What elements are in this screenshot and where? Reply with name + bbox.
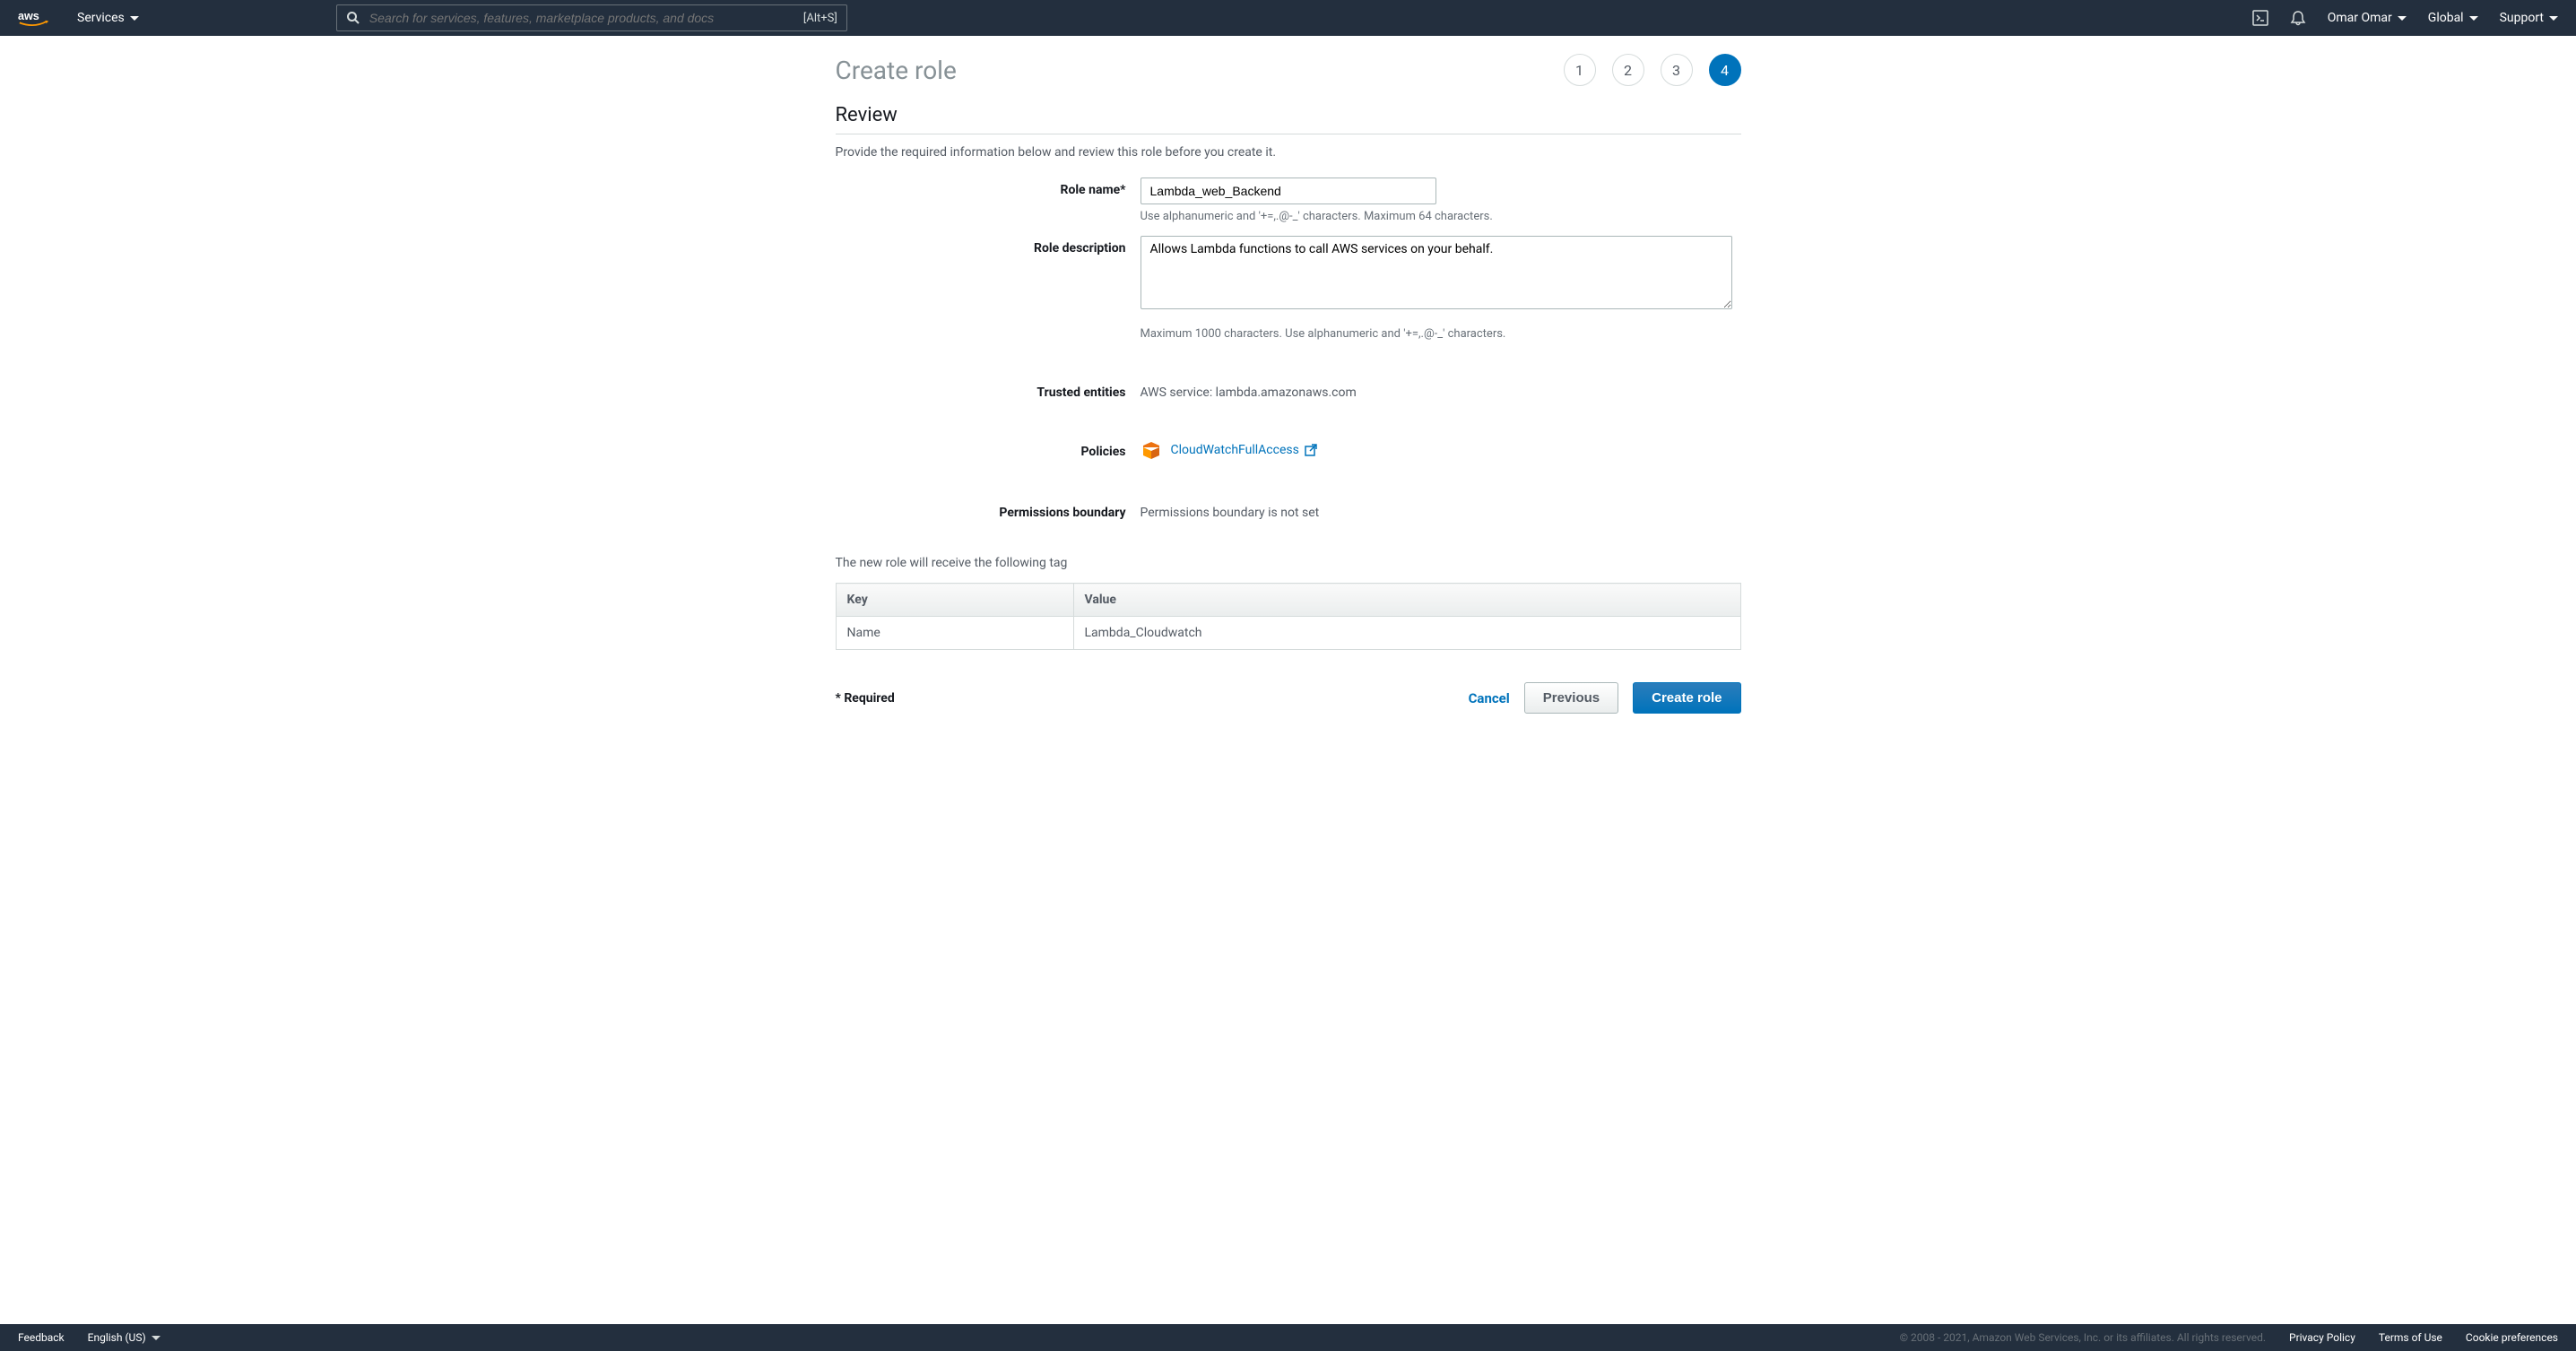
tags-intro: The new role will receive the following … (836, 556, 1741, 570)
wizard-steps: 1 2 3 4 (1564, 54, 1741, 86)
page-header: Create role 1 2 3 4 (836, 54, 1741, 86)
support-menu[interactable]: Support (2500, 11, 2558, 25)
step-1[interactable]: 1 (1564, 54, 1596, 86)
policies-row: Policies CloudWatchFullAccess (836, 439, 1741, 461)
search-shortcut: [Alt+S] (803, 12, 837, 25)
account-menu[interactable]: Omar Omar (2328, 11, 2407, 25)
role-name-input[interactable] (1141, 178, 1436, 204)
role-name-row: Role name* Use alphanumeric and '+=,.@-_… (836, 178, 1741, 223)
search-icon (346, 11, 360, 25)
role-name-hint: Use alphanumeric and '+=,.@-_' character… (1141, 210, 1741, 223)
external-link-icon (1305, 444, 1317, 456)
trusted-label: Trusted entities (836, 380, 1141, 400)
region-name: Global (2428, 11, 2464, 25)
copyright-text: © 2008 - 2021, Amazon Web Services, Inc.… (1900, 1331, 2266, 1344)
svg-text:aws: aws (18, 10, 39, 22)
step-2[interactable]: 2 (1612, 54, 1644, 86)
notifications-icon[interactable] (2290, 10, 2306, 26)
trusted-value: AWS service: lambda.amazonaws.com (1141, 380, 1741, 400)
region-menu[interactable]: Global (2428, 11, 2478, 25)
terms-link[interactable]: Terms of Use (2379, 1331, 2442, 1344)
review-title: Review (836, 104, 1741, 126)
chevron-down-icon (2398, 16, 2407, 21)
feedback-link[interactable]: Feedback (18, 1331, 65, 1344)
privacy-link[interactable]: Privacy Policy (2289, 1331, 2355, 1344)
tags-value-header: Value (1073, 584, 1740, 617)
role-desc-hint: Maximum 1000 characters. Use alphanumeri… (1141, 327, 1741, 341)
search-bar[interactable]: [Alt+S] (336, 4, 847, 31)
cancel-button[interactable]: Cancel (1469, 690, 1510, 706)
chevron-down-icon (2469, 16, 2478, 21)
policy-icon (1141, 439, 1162, 461)
step-3[interactable]: 3 (1661, 54, 1693, 86)
policies-label: Policies (836, 439, 1141, 461)
create-role-button[interactable]: Create role (1633, 682, 1740, 714)
step-4[interactable]: 4 (1709, 54, 1741, 86)
role-name-label: Role name* (836, 178, 1141, 223)
chevron-down-icon (152, 1336, 160, 1340)
support-label: Support (2500, 11, 2544, 25)
review-desc: Provide the required information below a… (836, 145, 1741, 160)
services-label: Services (77, 11, 125, 25)
main-content: Create role 1 2 3 4 Review Provide the r… (836, 36, 1741, 732)
aws-logo-icon: aws (18, 8, 50, 28)
required-note: * Required (836, 691, 895, 706)
role-desc-row: Role description Maximum 1000 characters… (836, 236, 1741, 341)
boundary-label: Permissions boundary (836, 500, 1141, 520)
actions-bar: * Required Cancel Previous Create role (836, 682, 1741, 714)
chevron-down-icon (130, 16, 139, 21)
role-desc-textarea[interactable] (1141, 236, 1732, 309)
account-name: Omar Omar (2328, 11, 2392, 25)
previous-button[interactable]: Previous (1524, 682, 1618, 714)
tag-value: Lambda_Cloudwatch (1073, 617, 1740, 650)
tags-key-header: Key (836, 584, 1073, 617)
table-row: Name Lambda_Cloudwatch (836, 617, 1740, 650)
cloudshell-icon[interactable] (2252, 10, 2268, 26)
chevron-down-icon (2549, 16, 2558, 21)
boundary-value: Permissions boundary is not set (1141, 500, 1741, 520)
cookies-link[interactable]: Cookie preferences (2466, 1331, 2558, 1344)
tags-table: Key Value Name Lambda_Cloudwatch (836, 583, 1741, 650)
aws-logo[interactable]: aws (18, 8, 50, 28)
page-title: Create role (836, 56, 957, 85)
policy-link[interactable]: CloudWatchFullAccess (1171, 443, 1317, 457)
boundary-row: Permissions boundary Permissions boundar… (836, 500, 1741, 520)
language-selector[interactable]: English (US) (88, 1331, 160, 1344)
services-menu[interactable]: Services (77, 11, 139, 25)
global-header: aws Services [Alt+S] Omar Omar (0, 0, 2576, 36)
policy-link-text: CloudWatchFullAccess (1171, 443, 1299, 457)
language-label: English (US) (88, 1331, 146, 1344)
search-input[interactable] (369, 11, 803, 25)
global-footer: Feedback English (US) © 2008 - 2021, Ama… (0, 1324, 2576, 1351)
role-desc-label: Role description (836, 236, 1141, 341)
header-right: Omar Omar Global Support (2252, 10, 2558, 26)
tag-key: Name (836, 617, 1073, 650)
trusted-row: Trusted entities AWS service: lambda.ama… (836, 380, 1741, 400)
